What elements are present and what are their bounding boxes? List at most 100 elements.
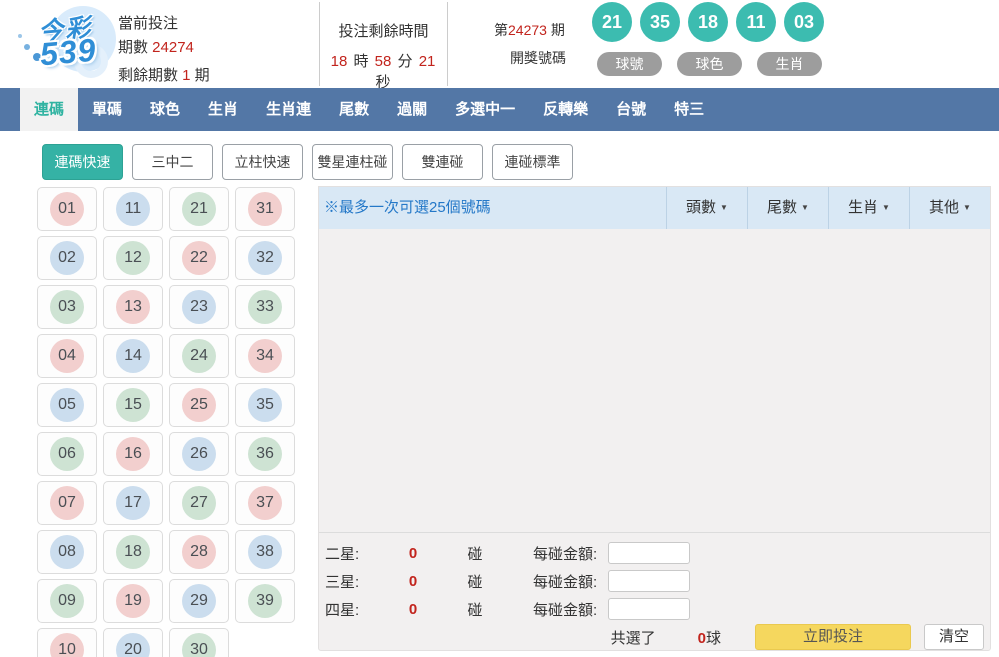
number-cell-39[interactable]: 39 — [235, 579, 295, 623]
subtab-立柱快速[interactable]: 立柱快速 — [222, 144, 303, 180]
subtab-三中二[interactable]: 三中二 — [132, 144, 213, 180]
number-cell-31[interactable]: 31 — [235, 187, 295, 231]
nav-tab-尾數[interactable]: 尾數 — [325, 88, 383, 131]
dropdown-尾數[interactable]: 尾數 ▼ — [747, 187, 828, 229]
number-ball-36: 36 — [248, 437, 282, 471]
number-ball-38: 38 — [248, 535, 282, 569]
number-cell-29[interactable]: 29 — [169, 579, 229, 623]
number-ball-09: 09 — [50, 584, 84, 618]
lottery-539-screen: 今彩 539 當前投注 期數 24274 剩餘期數 1 期 投注剩餘時間 18 … — [0, 0, 999, 657]
number-cell-02[interactable]: 02 — [37, 236, 97, 280]
number-cell-16[interactable]: 16 — [103, 432, 163, 476]
number-cell-05[interactable]: 05 — [37, 383, 97, 427]
number-cell-07[interactable]: 07 — [37, 481, 97, 525]
nav-tab-生肖[interactable]: 生肖 — [194, 88, 252, 131]
dropdown-其他[interactable]: 其他▼ — [909, 187, 990, 229]
number-ball-28: 28 — [182, 535, 216, 569]
dropdown-生肖[interactable]: 生肖▼ — [828, 187, 909, 229]
nav-tab-過關[interactable]: 過關 — [383, 88, 441, 131]
subtab-雙星連柱碰[interactable]: 雙星連柱碰 — [312, 144, 393, 180]
bet-row-label: 二星: — [325, 543, 383, 564]
number-cell-23[interactable]: 23 — [169, 285, 229, 329]
nav-tab-台號[interactable]: 台號 — [602, 88, 660, 131]
number-ball-11: 11 — [116, 192, 150, 226]
number-cell-18[interactable]: 18 — [103, 530, 163, 574]
number-cell-26[interactable]: 26 — [169, 432, 229, 476]
number-cell-28[interactable]: 28 — [169, 530, 229, 574]
number-ball-04: 04 — [50, 339, 84, 373]
countdown-minutes: 58 — [375, 53, 392, 70]
dropdown-label: 尾數 — [767, 199, 797, 216]
bet-amount-input-four-star[interactable] — [608, 598, 690, 620]
winning-ball: 11 — [736, 2, 776, 42]
chevron-down-icon: ▼ — [720, 203, 728, 212]
bet-amount-input-three-star[interactable] — [608, 570, 690, 592]
number-cell-20[interactable]: 20 — [103, 628, 163, 657]
number-ball-37: 37 — [248, 486, 282, 520]
number-cell-35[interactable]: 35 — [235, 383, 295, 427]
draw-issue-line: 第24273 期 — [494, 20, 566, 40]
ball-toggle-生肖[interactable]: 生肖 — [757, 52, 822, 76]
clear-button[interactable]: 清空 — [924, 624, 984, 650]
number-ball-27: 27 — [182, 486, 216, 520]
number-cell-36[interactable]: 36 — [235, 432, 295, 476]
subtab-雙連碰[interactable]: 雙連碰 — [402, 144, 483, 180]
number-cell-25[interactable]: 25 — [169, 383, 229, 427]
header: 今彩 539 當前投注 期數 24274 剩餘期數 1 期 投注剩餘時間 18 … — [0, 0, 999, 88]
nav-tab-球色[interactable]: 球色 — [136, 88, 194, 131]
selected-count-number: 0 — [698, 630, 706, 647]
number-cell-30[interactable]: 30 — [169, 628, 229, 657]
number-ball-02: 02 — [50, 241, 84, 275]
number-cell-11[interactable]: 11 — [103, 187, 163, 231]
number-cell-09[interactable]: 09 — [37, 579, 97, 623]
number-cell-10[interactable]: 10 — [37, 628, 97, 657]
number-cell-27[interactable]: 27 — [169, 481, 229, 525]
number-cell-34[interactable]: 34 — [235, 334, 295, 378]
number-cell-14[interactable]: 14 — [103, 334, 163, 378]
number-cell-38[interactable]: 38 — [235, 530, 295, 574]
number-cell-08[interactable]: 08 — [37, 530, 97, 574]
number-cell-12[interactable]: 12 — [103, 236, 163, 280]
bet-amount-label: 每碰金額: — [533, 599, 605, 620]
ball-toggle-球色[interactable]: 球色 — [677, 52, 742, 76]
number-ball-20: 20 — [116, 633, 150, 657]
nav-tab-反轉樂[interactable]: 反轉樂 — [529, 88, 602, 131]
main-nav: 連碼單碼球色生肖生肖連尾數過關多選中一反轉樂台號特三 — [0, 88, 999, 131]
nav-tab-多選中一[interactable]: 多選中一 — [441, 88, 529, 131]
number-cell-06[interactable]: 06 — [37, 432, 97, 476]
play-mode-tabs: 連碼快速三中二立柱快速雙星連柱碰雙連碰連碰標準 — [42, 144, 573, 180]
number-cell-22[interactable]: 22 — [169, 236, 229, 280]
nav-tab-連碼[interactable]: 連碼 — [20, 88, 78, 131]
number-cell-17[interactable]: 17 — [103, 481, 163, 525]
bet-row-three-star: 三星:0碰每碰金額: — [319, 567, 990, 595]
number-cell-01[interactable]: 01 — [37, 187, 97, 231]
submit-bet-button[interactable]: 立即投注 — [755, 624, 911, 650]
number-ball-26: 26 — [182, 437, 216, 471]
number-cell-37[interactable]: 37 — [235, 481, 295, 525]
nav-tab-特三[interactable]: 特三 — [660, 88, 718, 131]
number-cell-24[interactable]: 24 — [169, 334, 229, 378]
nav-tab-單碼[interactable]: 單碼 — [78, 88, 136, 131]
number-cell-04[interactable]: 04 — [37, 334, 97, 378]
number-cell-19[interactable]: 19 — [103, 579, 163, 623]
number-grid: 01 11 2131 02 122232 03132333 04 142434 0515 25 35… — [37, 187, 295, 657]
winning-ball: 21 — [592, 2, 632, 42]
number-cell-13[interactable]: 13 — [103, 285, 163, 329]
number-cell-21[interactable]: 21 — [169, 187, 229, 231]
number-cell-15[interactable]: 15 — [103, 383, 163, 427]
chevron-down-icon: ▼ — [801, 203, 809, 212]
number-cell-03[interactable]: 03 — [37, 285, 97, 329]
dropdown-頭數[interactable]: 頭數▼ — [666, 187, 747, 229]
ball-toggle-球號[interactable]: 球號 — [597, 52, 662, 76]
bet-amount-label: 每碰金額: — [533, 543, 605, 564]
bet-amount-input-two-star[interactable] — [608, 542, 690, 564]
number-cell-32[interactable]: 32 — [235, 236, 295, 280]
draw-numbers-label: 開獎號碼 — [510, 48, 566, 68]
subtab-連碼快速[interactable]: 連碼快速 — [42, 144, 123, 180]
subtab-連碰標準[interactable]: 連碰標準 — [492, 144, 573, 180]
number-ball-25: 25 — [182, 388, 216, 422]
number-cell-33[interactable]: 33 — [235, 285, 295, 329]
number-ball-39: 39 — [248, 584, 282, 618]
nav-tab-生肖連[interactable]: 生肖連 — [252, 88, 325, 131]
bet-count-three-star: 0 — [383, 573, 443, 590]
